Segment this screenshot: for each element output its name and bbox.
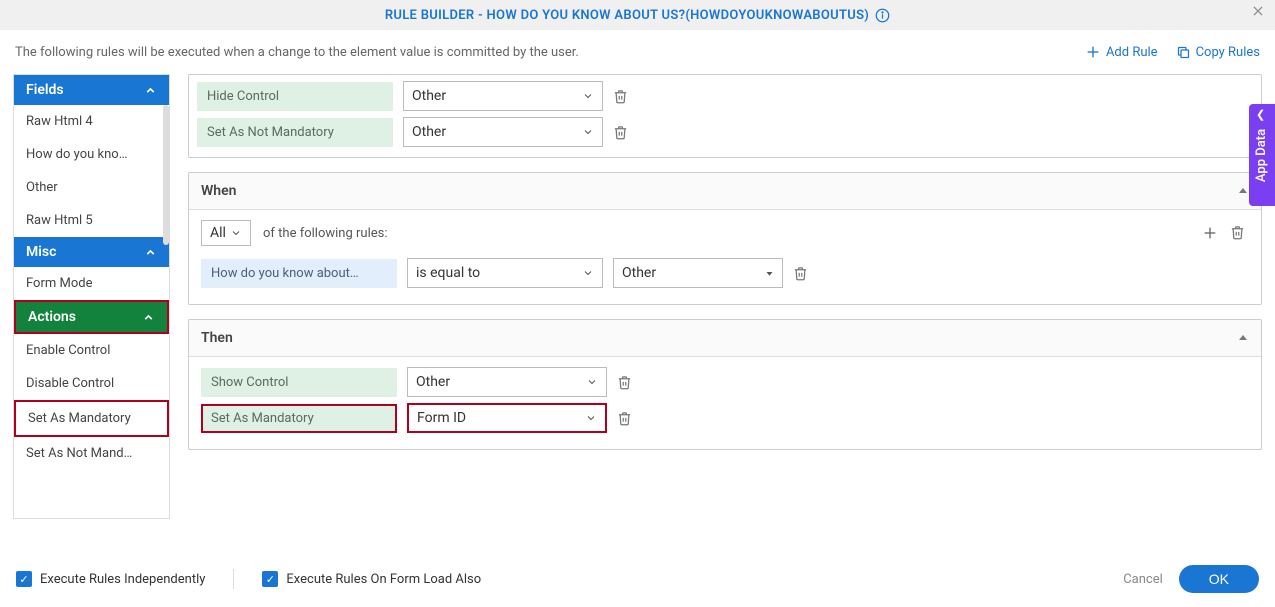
scope-select[interactable]: All [201,220,251,246]
action-tag-hide-control[interactable]: Hide Control [197,82,393,111]
condition-row: How do you know about… is equal to Other [201,258,1249,288]
footer: ✓ Execute Rules Independently ✓ Execute … [0,551,1275,607]
exec-on-load-label: Execute Rules On Form Load Also [286,572,481,587]
chevron-left-icon: ❮ [1256,108,1265,121]
body: Fields Raw Html 4 How do you kno… Other … [0,74,1275,519]
chevron-down-icon [582,90,594,102]
copy-rules-button[interactable]: Copy Rules [1176,45,1260,60]
sidebar-section-fields[interactable]: Fields [14,75,169,105]
ok-button[interactable]: OK [1179,565,1259,593]
select-value: Other [416,374,450,390]
dialog-title: RULE BUILDER - HOW DO YOU KNOW ABOUT US?… [385,8,869,23]
then-card: Then Show Control Other Set [188,319,1262,450]
when-title: When [201,183,236,199]
then-header: Then [189,320,1261,357]
sidebar-item-how-do-you-know[interactable]: How do you kno… [14,138,169,171]
chevron-down-icon [585,412,597,424]
condition-value: Other [622,265,656,281]
value-select[interactable]: Other [403,81,603,111]
cancel-button[interactable]: Cancel [1123,572,1163,587]
when-scope-row: All of the following rules: [201,220,1249,246]
add-rule-button[interactable]: Add Rule [1085,44,1158,60]
chevron-down-icon [582,267,594,279]
collapse-icon[interactable] [1237,185,1249,197]
sidebar-item-disable-control[interactable]: Disable Control [14,367,169,400]
sidebar-misc-label: Misc [26,244,56,260]
dialog-header: RULE BUILDER - HOW DO YOU KNOW ABOUT US?… [0,0,1275,30]
add-rule-label: Add Rule [1106,45,1158,60]
scope-value: All [210,225,226,241]
then-title: Then [201,330,233,346]
chevron-down-icon [230,227,242,239]
sidebar-section-actions[interactable]: Actions [14,300,169,334]
action-tag-set-as-not-mandatory[interactable]: Set As Not Mandatory [197,118,393,147]
sidebar-item-raw-html-4[interactable]: Raw Html 4 [14,105,169,138]
exec-independent-checkbox[interactable]: ✓ Execute Rules Independently [16,571,205,587]
sidebar: Fields Raw Html 4 How do you kno… Other … [13,74,170,519]
action-row: Set As Mandatory Form ID [201,403,1249,433]
delete-icon[interactable] [613,125,628,140]
plus-icon [1085,44,1101,60]
operator-value: is equal to [416,265,480,281]
add-condition-icon[interactable] [1202,225,1218,241]
value-select[interactable]: Other [613,258,783,288]
action-row: Show Control Other [201,367,1249,397]
value-select[interactable]: Form ID [407,403,607,433]
action-row: Hide Control Other [197,81,1253,111]
chevron-down-icon [586,376,598,388]
subheader-actions: Add Rule Copy Rules [1085,44,1260,60]
operator-select[interactable]: is equal to [407,258,603,288]
checkbox-checked-icon: ✓ [16,571,32,587]
copy-icon [1176,45,1191,60]
caret-down-icon [765,269,774,278]
subheader: The following rules will be executed whe… [0,30,1275,74]
when-card: When All of the following rules: [188,172,1262,305]
sidebar-fields-label: Fields [26,82,64,98]
delete-icon[interactable] [617,411,632,426]
sidebar-section-misc[interactable]: Misc [14,237,169,267]
exec-on-load-checkbox[interactable]: ✓ Execute Rules On Form Load Also [262,571,481,587]
info-icon[interactable] [875,8,890,23]
copy-rules-label: Copy Rules [1196,45,1260,60]
when-header: When [189,173,1261,210]
sidebar-item-set-as-mandatory[interactable]: Set As Mandatory [14,400,169,437]
delete-icon[interactable] [793,266,808,281]
chevron-down-icon [582,126,594,138]
collapse-icon[interactable] [1237,332,1249,344]
condition-field-tag[interactable]: How do you know about… [201,259,397,288]
sidebar-item-raw-html-5[interactable]: Raw Html 5 [14,204,169,237]
value-select[interactable]: Other [407,367,607,397]
chevron-up-icon [144,84,157,97]
sidebar-item-set-as-not-mandatory[interactable]: Set As Not Mand… [14,437,169,470]
action-tag-show-control[interactable]: Show Control [201,368,397,397]
app-data-tab[interactable]: ❮ App Data [1249,104,1275,206]
main-area: Hide Control Other Set As Not Mandatory … [188,74,1262,519]
subheader-text: The following rules will be executed whe… [15,45,579,60]
checkbox-checked-icon: ✓ [262,571,278,587]
sidebar-item-form-mode[interactable]: Form Mode [14,267,169,300]
delete-rule-icon[interactable] [1230,225,1245,241]
select-value: Form ID [417,410,466,426]
scrollbar-thumb[interactable] [163,105,169,245]
action-tag-set-as-mandatory[interactable]: Set As Mandatory [201,404,397,433]
prev-then-card: Hide Control Other Set As Not Mandatory … [188,74,1262,158]
sidebar-actions-label: Actions [28,309,76,325]
chevron-up-icon [144,246,157,259]
divider [233,569,234,589]
delete-icon[interactable] [617,375,632,390]
exec-independent-label: Execute Rules Independently [40,572,205,587]
app-data-label: App Data [1255,128,1270,181]
scope-text: of the following rules: [263,226,387,241]
action-row: Set As Not Mandatory Other [197,117,1253,147]
select-value: Other [412,124,446,140]
sidebar-item-enable-control[interactable]: Enable Control [14,334,169,367]
value-select[interactable]: Other [403,117,603,147]
close-icon[interactable] [1251,4,1265,18]
select-value: Other [412,88,446,104]
sidebar-item-other[interactable]: Other [14,171,169,204]
delete-icon[interactable] [613,89,628,104]
chevron-up-icon [142,311,155,324]
